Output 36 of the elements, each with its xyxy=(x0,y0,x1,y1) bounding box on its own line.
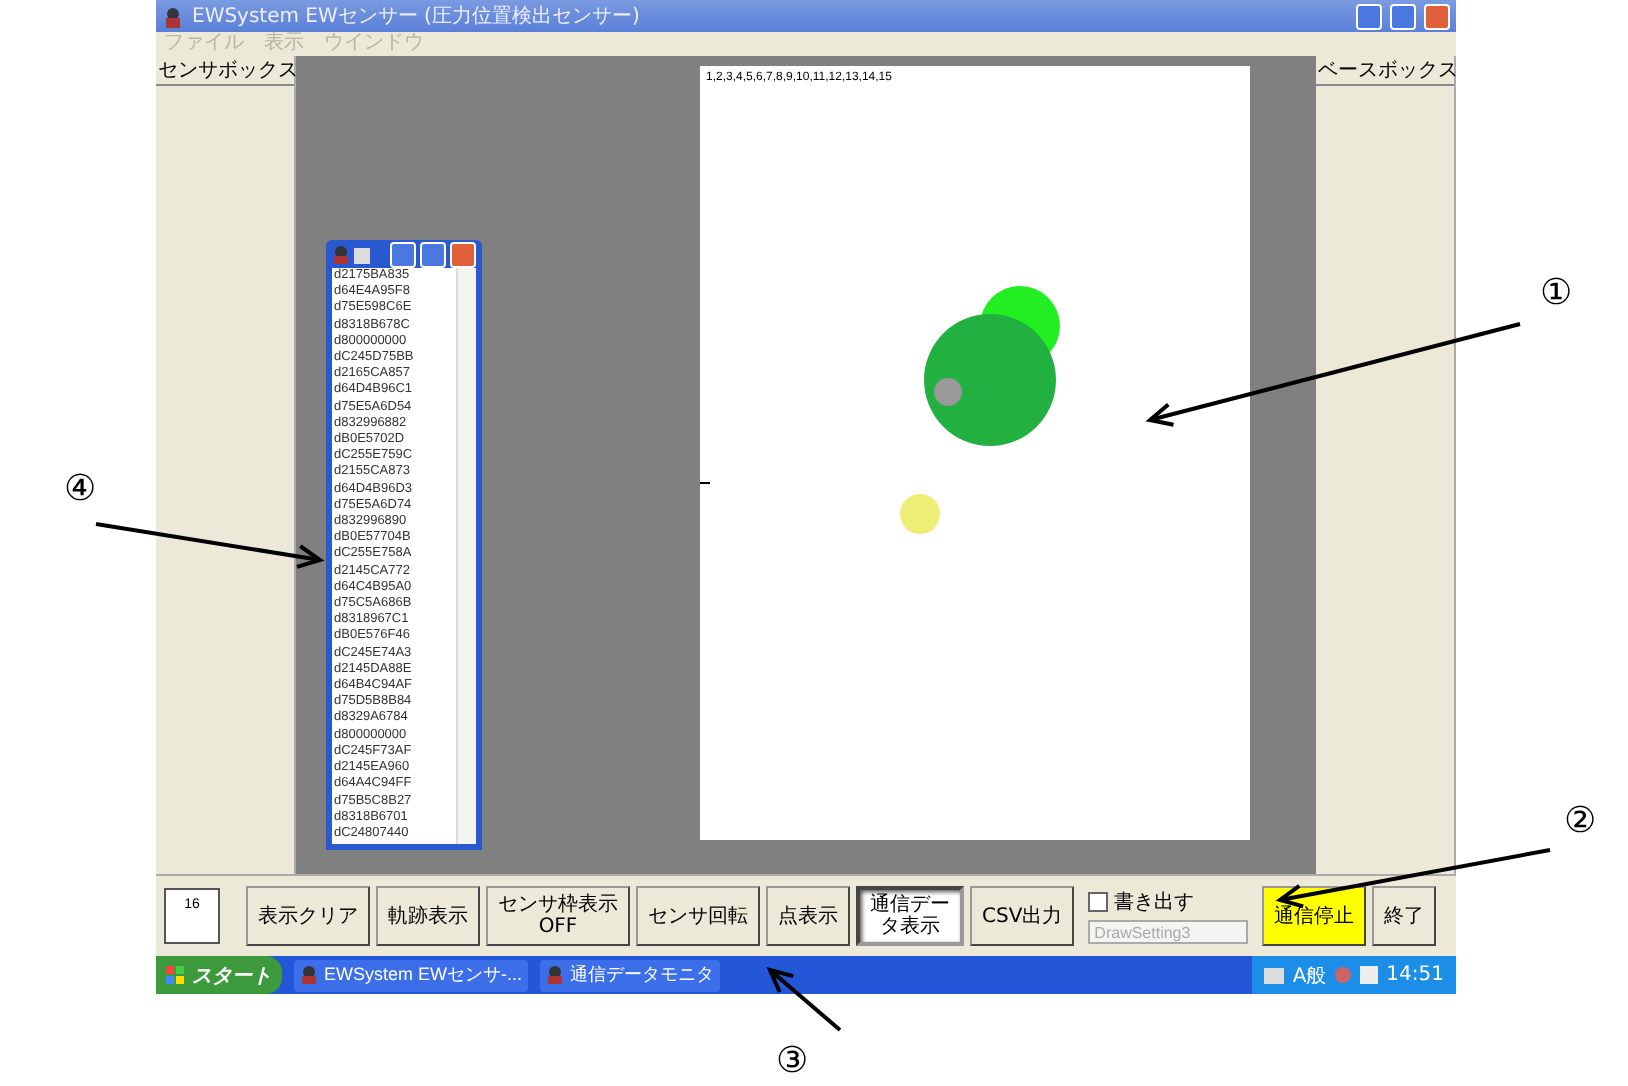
maximize-button[interactable] xyxy=(420,241,446,267)
toolbar-button[interactable]: センサ回転 xyxy=(636,886,760,946)
taskbar-button[interactable]: EWSystem EWセンサ-... xyxy=(294,959,528,991)
toolbar-button[interactable]: 通信停止 xyxy=(1262,886,1367,946)
toolbar-button[interactable]: 表示クリア xyxy=(246,886,370,946)
callout-number: ① xyxy=(1540,276,1572,312)
toolbar-button[interactable]: CSV出力 xyxy=(970,886,1075,946)
toolbar-button[interactable]: 点表示 xyxy=(766,886,850,946)
app-icon xyxy=(332,245,350,263)
taskbar-button[interactable]: 通信データモニタ xyxy=(540,959,720,991)
panel-title: ベースボックス xyxy=(1316,56,1454,86)
app-icon xyxy=(300,966,318,984)
minimize-button[interactable] xyxy=(1356,3,1382,29)
panel-title: センサボックス xyxy=(156,56,294,86)
app-icon xyxy=(162,5,184,27)
close-button[interactable] xyxy=(450,241,476,267)
windows-logo-icon xyxy=(166,965,186,985)
close-button[interactable] xyxy=(1424,3,1450,29)
callout-number: ② xyxy=(1564,804,1596,840)
callout-number: ④ xyxy=(64,472,96,508)
callout-number: ③ xyxy=(776,1044,808,1080)
maximize-button[interactable] xyxy=(1390,3,1416,29)
axis-tick xyxy=(700,482,710,484)
arrow xyxy=(766,967,842,1032)
minimize-button[interactable] xyxy=(390,241,416,267)
app-icon xyxy=(546,966,564,984)
window-title: EWSystem EWセンサー (圧力位置検出センサー) xyxy=(192,3,642,30)
window-icon xyxy=(354,245,370,263)
toolbar-button[interactable]: 通信デー タ表示 xyxy=(856,886,964,946)
toolbar-button[interactable]: 終了 xyxy=(1372,886,1437,946)
keyboard-icon[interactable] xyxy=(1264,967,1285,983)
toolbar-button[interactable]: センサ枠表示 OFF xyxy=(486,886,630,946)
scrollbar[interactable] xyxy=(456,268,476,844)
clock: 14:51 xyxy=(1386,964,1444,986)
start-button[interactable]: スタート xyxy=(156,956,282,994)
toolbar-button[interactable]: 軌跡表示 xyxy=(376,886,480,946)
